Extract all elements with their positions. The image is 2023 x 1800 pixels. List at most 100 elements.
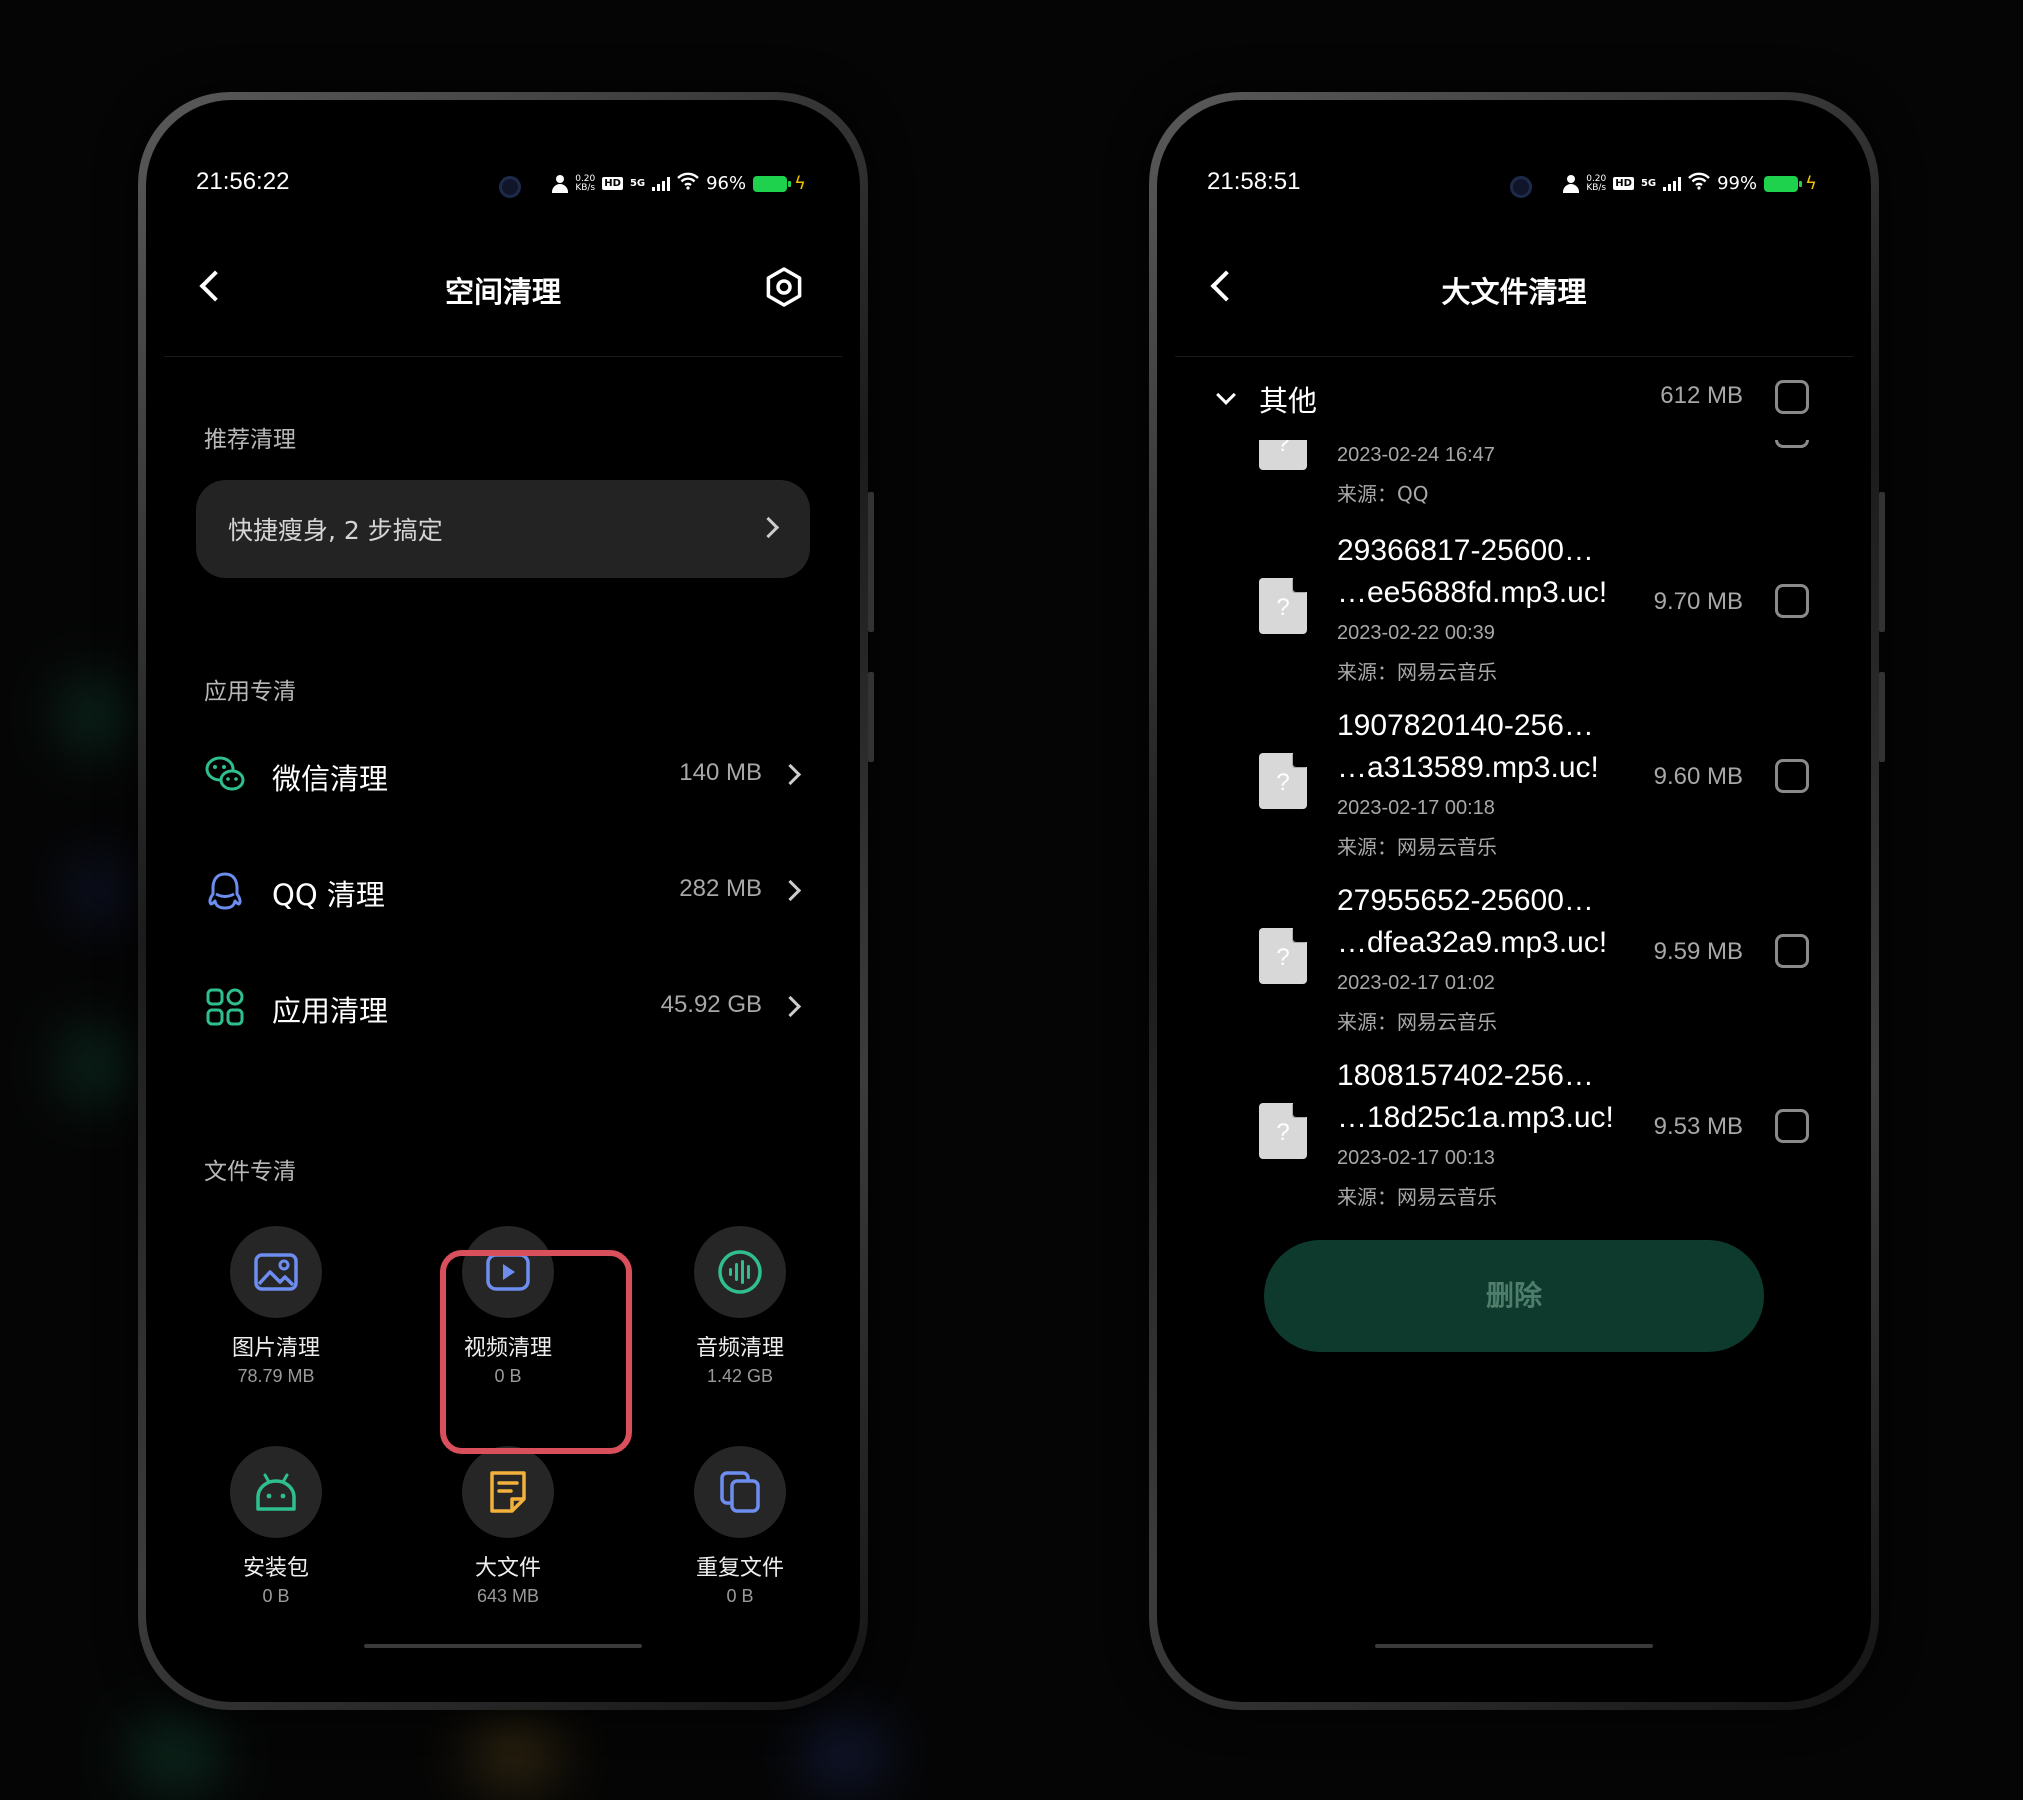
row-app-cleanup[interactable]: 应用清理 45.92 GB bbox=[164, 966, 842, 1046]
group-size: 612 MB bbox=[1660, 382, 1743, 409]
row-size: 45.92 GB bbox=[660, 991, 762, 1018]
phone-frame-right: 21:58:51 0.20 KB/s HD 5G 99% ϟ 大文件清理 其他 … bbox=[1149, 92, 1885, 1710]
chevron-right-icon bbox=[779, 763, 802, 786]
file-checkbox[interactable] bbox=[1775, 1109, 1809, 1143]
background-blur bbox=[70, 860, 130, 920]
unknown-file-icon: ? bbox=[1259, 440, 1307, 470]
audio-icon bbox=[718, 1250, 762, 1294]
row-qq-cleanup[interactable]: QQ 清理 282 MB bbox=[164, 850, 842, 930]
file-source: 来源：网易云音乐 bbox=[1337, 835, 1497, 859]
tile-size: 643 MB bbox=[476, 1586, 540, 1606]
screen-space-cleanup: 21:56:22 0.20 KB/s HD 5G 96% ϟ 空间清理 推荐清理… bbox=[164, 118, 842, 1684]
file-name-line1: 27955652-25600… bbox=[1337, 884, 1594, 917]
tile-size: 0 B bbox=[726, 1586, 754, 1606]
wifi-icon bbox=[677, 172, 699, 195]
signal-icon bbox=[652, 176, 671, 191]
status-bar: 21:58:51 0.20 KB/s HD 5G 99% ϟ bbox=[1175, 168, 1853, 208]
background-blur bbox=[60, 1030, 130, 1100]
wifi-icon bbox=[1688, 172, 1710, 195]
qq-icon bbox=[208, 872, 242, 910]
charging-icon: ϟ bbox=[1805, 173, 1817, 194]
header-divider bbox=[164, 356, 842, 357]
file-date: 2023-02-17 00:13 bbox=[1337, 1147, 1495, 1169]
list-item[interactable]: ?1472577555-2560……571e63bf.mp3.uc!2023-0… bbox=[1175, 1230, 1853, 1238]
list-item[interactable]: ? 1907820140-256… …a313589.mp3.uc! 2023-… bbox=[1175, 705, 1853, 880]
delete-button[interactable]: 删除 bbox=[1264, 1240, 1764, 1352]
section-label-app: 应用专清 bbox=[204, 679, 296, 705]
hd-icon: HD bbox=[1613, 177, 1634, 190]
nav-bar: 空间清理 bbox=[164, 263, 842, 323]
row-label: 微信清理 bbox=[272, 762, 389, 796]
file-date: 2023-02-17 01:02 bbox=[1337, 972, 1495, 994]
row-label: QQ 清理 bbox=[272, 878, 385, 912]
file-name-line2: …a313589.mp3.uc! bbox=[1337, 751, 1599, 784]
file-source: 来源：网易云音乐 bbox=[1337, 1185, 1497, 1209]
row-label: 应用清理 bbox=[272, 994, 389, 1028]
chevron-down-icon[interactable] bbox=[1216, 385, 1236, 405]
row-wechat-cleanup[interactable]: 微信清理 140 MB bbox=[164, 734, 842, 814]
tile-size: 78.79 MB bbox=[237, 1366, 315, 1386]
unknown-file-icon: ? bbox=[1259, 1103, 1307, 1159]
tile-label: 安装包 bbox=[242, 1556, 309, 1581]
highlight-box bbox=[440, 1250, 632, 1454]
file-size: 9.59 MB bbox=[1653, 938, 1743, 965]
network-speed: 0.20 KB/s bbox=[575, 173, 596, 193]
tile-audio-cleanup[interactable]: 音频清理 1.42 GB bbox=[660, 1226, 820, 1387]
tile-size: 1.42 GB bbox=[706, 1366, 774, 1386]
quick-slim-card[interactable]: 快捷瘦身, 2 步搞定 bbox=[196, 480, 810, 578]
page-title: 空间清理 bbox=[444, 275, 561, 309]
file-checkbox[interactable] bbox=[1775, 759, 1809, 793]
file-checkbox[interactable] bbox=[1775, 934, 1809, 968]
list-item[interactable]: ? 29366817-25600… …ee5688fd.mp3.uc! 2023… bbox=[1175, 530, 1853, 705]
file-name-line1: 29366817-25600… bbox=[1337, 534, 1594, 567]
front-camera bbox=[1510, 176, 1532, 198]
duplicate-icon bbox=[720, 1471, 760, 1513]
list-item[interactable]: ? 1808157402-256… …18d25c1a.mp3.uc! 2023… bbox=[1175, 1055, 1853, 1230]
tile-large-file-cleanup[interactable]: 大文件 643 MB bbox=[428, 1446, 588, 1607]
group-checkbox[interactable] bbox=[1775, 380, 1809, 414]
row-size: 140 MB bbox=[679, 759, 762, 786]
section-label-file: 文件专清 bbox=[204, 1159, 296, 1185]
tile-label: 音频清理 bbox=[695, 1336, 784, 1361]
header-divider bbox=[1175, 356, 1853, 357]
phone-frame-left: 21:56:22 0.20 KB/s HD 5G 96% ϟ 空间清理 推荐清理… bbox=[138, 92, 874, 1710]
file-size: 9.60 MB bbox=[1653, 763, 1743, 790]
android-icon bbox=[256, 1473, 296, 1511]
unknown-file-icon: ? bbox=[1259, 753, 1307, 809]
file-checkbox[interactable] bbox=[1775, 440, 1809, 448]
status-bar: 21:56:22 0.20 KB/s HD 5G 96% ϟ bbox=[164, 168, 842, 208]
home-indicator bbox=[364, 1644, 642, 1648]
status-time: 21:56:22 bbox=[196, 168, 290, 195]
image-icon bbox=[254, 1253, 298, 1291]
file-source: 来源：QQ bbox=[1337, 482, 1429, 506]
list-item[interactable]: ? 27955652-25600… …dfea32a9.mp3.uc! 2023… bbox=[1175, 880, 1853, 1055]
battery-icon bbox=[1764, 175, 1803, 192]
hd-icon: HD bbox=[602, 177, 623, 190]
tile-duplicate-cleanup[interactable]: 重复文件 0 B bbox=[660, 1446, 820, 1607]
tile-apk-cleanup[interactable]: 安装包 0 B bbox=[196, 1446, 356, 1607]
charging-icon: ϟ bbox=[794, 173, 806, 194]
tile-image-cleanup[interactable]: 图片清理 78.79 MB bbox=[196, 1226, 356, 1387]
group-header-other[interactable]: 其他 612 MB bbox=[1175, 372, 1853, 432]
5g-icon: 5G bbox=[629, 178, 646, 189]
unknown-file-icon: ? bbox=[1259, 928, 1307, 984]
file-name-line2: …ee5688fd.mp3.uc! bbox=[1337, 576, 1608, 609]
network-speed: 0.20 KB/s bbox=[1586, 173, 1607, 193]
tile-label: 大文件 bbox=[474, 1556, 541, 1581]
chevron-right-icon bbox=[779, 879, 802, 902]
tile-label: 重复文件 bbox=[695, 1556, 784, 1581]
status-time: 21:58:51 bbox=[1207, 168, 1301, 195]
5g-icon: 5G bbox=[1640, 178, 1657, 189]
apps-grid-icon bbox=[206, 988, 244, 1026]
chevron-right-icon bbox=[757, 516, 780, 539]
section-label-recommended: 推荐清理 bbox=[204, 427, 296, 453]
wechat-icon bbox=[205, 756, 245, 791]
battery-icon bbox=[753, 175, 792, 192]
file-date: 2023-02-24 16:47 bbox=[1337, 444, 1495, 466]
document-icon bbox=[490, 1471, 526, 1513]
settings-icon[interactable] bbox=[764, 267, 804, 307]
file-date: 2023-02-22 00:39 bbox=[1337, 622, 1495, 644]
background-blur bbox=[470, 1720, 560, 1790]
file-checkbox[interactable] bbox=[1775, 584, 1809, 618]
file-date: 2023-02-17 00:18 bbox=[1337, 797, 1495, 819]
